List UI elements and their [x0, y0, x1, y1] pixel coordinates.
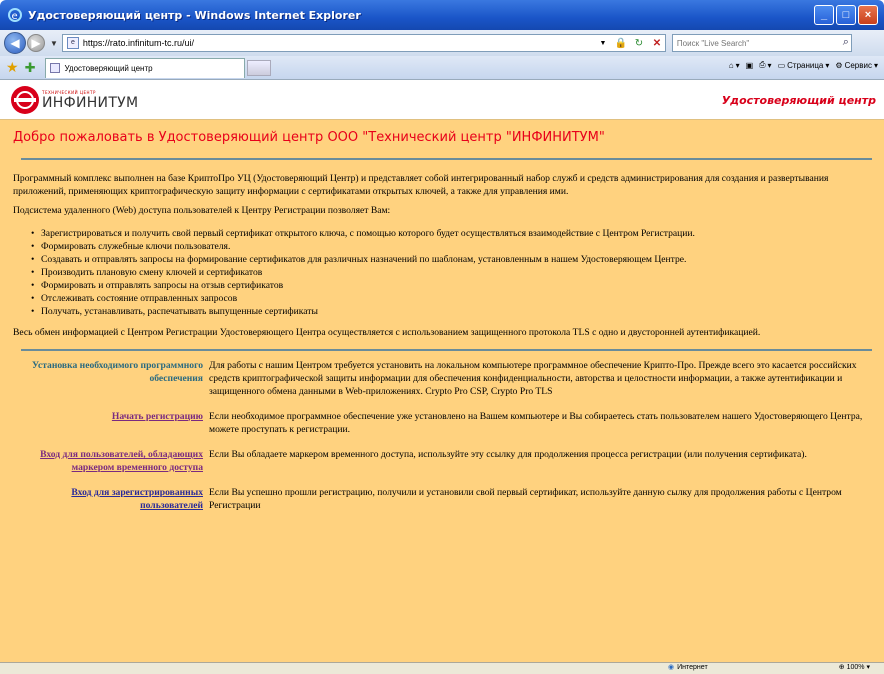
home-icon: ⌂ [728, 60, 734, 70]
minimize-button[interactable]: _ [814, 5, 834, 25]
page-menu-label: Страница [787, 60, 824, 70]
list-item: Производить плановую смену ключей и серт… [31, 266, 872, 279]
token-login-desc: Если Вы обладаете маркером временного до… [209, 449, 807, 460]
ie-logo-icon: e [8, 8, 22, 22]
divider [21, 158, 872, 160]
divider [21, 349, 872, 351]
security-zone[interactable]: ◉ Интернет [668, 663, 708, 672]
list-item: Создавать и отправлять запросы на формир… [31, 253, 872, 266]
list-item: Получать, устанавливать, распечатывать в… [31, 305, 872, 318]
company-logo[interactable]: ТЕХНИЧЕСКИЙ ЦЕНТР ИНФИНИТУМ [10, 85, 138, 115]
zone-label: Интернет [677, 663, 708, 671]
home-button[interactable]: ⌂ ▾ [729, 61, 740, 70]
token-login-link[interactable]: Вход для пользователей, обладающих марке… [40, 449, 203, 473]
svg-text:e: e [12, 11, 18, 22]
list-item: Отслеживать состояние отправленных запро… [31, 292, 872, 305]
window-title: Удостоверяющий центр - Windows Internet … [28, 8, 361, 22]
page-icon: e [66, 37, 79, 49]
feeds-icon: ▣ [745, 60, 754, 70]
tools-gear-icon: ⚙ [835, 60, 843, 70]
section-register: Начать регистрацию Если необходимое прог… [13, 410, 872, 436]
url-text: https://rato.infinitum-tc.ru/ui/ [82, 38, 194, 48]
site-header: ТЕХНИЧЕСКИЙ ЦЕНТР ИНФИНИТУМ Удостоверяющ… [0, 80, 884, 120]
registered-login-desc: Если Вы успешно прошли регистрацию, полу… [209, 487, 842, 511]
print-icon: ⎙ [759, 60, 766, 69]
page-viewport: ТЕХНИЧЕСКИЙ ЦЕНТР ИНФИНИТУМ Удостоверяющ… [0, 80, 884, 662]
install-software-link[interactable]: Установка необходимого программного обес… [32, 360, 203, 384]
search-box[interactable]: ⌕ [671, 34, 852, 52]
refresh-icon[interactable]: ↻ [631, 35, 647, 51]
list-item: Зарегистрироваться и получить свой первы… [31, 227, 872, 240]
address-toolbar: ◀ ▶ ▼ e https://rato.infinitum-tc.ru/ui/… [0, 30, 884, 56]
page-menu-icon: ▭ [777, 60, 786, 70]
window-titlebar: e Удостоверяющий центр - Windows Interne… [0, 0, 884, 30]
url-dropdown-icon[interactable]: ▼ [595, 35, 611, 51]
section-registered-login: Вход для зарегистрированных пользователе… [13, 486, 872, 512]
install-software-desc: Для работы с нашим Центром требуется уст… [209, 360, 857, 397]
stop-icon[interactable]: ✕ [649, 35, 665, 51]
logo-text: ТЕХНИЧЕСКИЙ ЦЕНТР ИНФИНИТУМ [42, 90, 138, 111]
intro-paragraph-2: Подсистема удаленного (Web) доступа поль… [13, 205, 391, 216]
registered-login-link[interactable]: Вход для зарегистрированных пользователе… [71, 487, 203, 511]
intro-paragraph-1: Программный комплекс выполнен на базе Кр… [13, 173, 829, 197]
window-controls: _ □ × [814, 5, 878, 25]
page-menu[interactable]: ▭ Страница ▾ [778, 61, 830, 70]
url-tools: ▼ 🔒 ↻ ✕ [595, 35, 665, 51]
features-list: Зарегистрироваться и получить свой первы… [31, 227, 872, 318]
zoom-icon: ⊕ [838, 664, 845, 671]
back-button[interactable]: ◀ [4, 32, 26, 54]
main-content: Добро пожаловать в Удостоверяющий центр … [0, 120, 884, 662]
exchange-text: Весь обмен информацией с Центром Регистр… [13, 327, 761, 338]
zoom-control[interactable]: ⊕ 100% ▾ [839, 663, 870, 671]
section-install: Установка необходимого программного обес… [13, 359, 872, 398]
tools-menu[interactable]: ⚙ Сервис ▾ [835, 61, 878, 70]
status-bar: ◉ Интернет ⊕ 100% ▾ [0, 662, 884, 674]
action-sections: Установка необходимого программного обес… [13, 359, 872, 512]
forward-button[interactable]: ▶ [27, 34, 45, 52]
tab-toolbar: ★ ✚ Удостоверяющий центр ⌂ ▾ ▣ ⎙ ▾ ▭ Страни… [0, 56, 884, 80]
print-button[interactable]: ⎙ ▾ [759, 60, 771, 70]
tab-active[interactable]: Удостоверяющий центр [45, 57, 246, 78]
favorites-star-icon[interactable]: ★ [6, 59, 19, 76]
add-favorite-icon[interactable]: ✚ [25, 60, 36, 76]
zoom-level: 100% [846, 664, 865, 671]
zoom-dropdown-icon: ▾ [866, 664, 870, 671]
intro-text: Программный комплекс выполнен на базе Кр… [13, 172, 872, 217]
start-registration-desc: Если необходимое программное обеспечение… [209, 411, 863, 435]
lock-icon[interactable]: 🔒 [613, 35, 629, 51]
welcome-heading: Добро пожаловать в Удостоверяющий центр … [13, 130, 605, 145]
logo-big-text: ИНФИНИТУМ [42, 94, 139, 111]
tools-menu-label: Сервис [844, 60, 872, 70]
list-item: Формировать служебные ключи пользователя… [31, 240, 872, 253]
tab-title: Удостоверяющий центр [64, 63, 153, 73]
tab-page-icon [50, 63, 61, 73]
ca-title: Удостоверяющий центр [721, 94, 876, 107]
list-item: Формировать и отправлять запросы на отзы… [31, 279, 872, 292]
command-bar: ⌂ ▾ ▣ ⎙ ▾ ▭ Страница ▾ ⚙ Сервис ▾ [729, 60, 878, 70]
search-input[interactable] [676, 38, 827, 48]
section-token-login: Вход для пользователей, обладающих марке… [13, 448, 872, 474]
feeds-button[interactable]: ▣ [746, 61, 754, 70]
history-dropdown-icon[interactable]: ▼ [50, 39, 58, 48]
start-registration-link[interactable]: Начать регистрацию [112, 411, 203, 422]
maximize-button[interactable]: □ [836, 5, 856, 25]
new-tab-button[interactable] [247, 59, 272, 76]
search-icon[interactable]: ⌕ [843, 36, 849, 49]
infinitum-logo-icon [11, 86, 39, 114]
close-window-button[interactable]: × [858, 5, 878, 25]
address-field[interactable]: e https://rato.infinitum-tc.ru/ui/ ▼ 🔒 ↻… [61, 34, 666, 52]
globe-icon: ◉ [668, 664, 675, 671]
